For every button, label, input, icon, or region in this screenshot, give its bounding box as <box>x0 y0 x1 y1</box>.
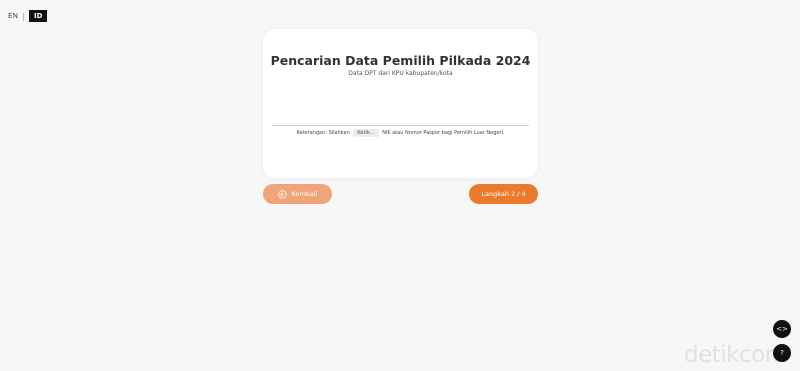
note-chip: Ketik... <box>353 129 379 137</box>
language-en[interactable]: EN <box>8 12 18 20</box>
back-button[interactable]: Kembali <box>263 184 332 204</box>
note-prefix: Keterangan: Silahkan <box>296 130 350 136</box>
code-icon: <> <box>776 325 788 333</box>
hand-back-icon <box>277 189 287 199</box>
input-note: Keterangan: Silahkan Ketik... NIK atau N… <box>263 129 538 137</box>
next-step-label: Langkah 2 / 4 <box>481 190 526 198</box>
page-title: Pencarian Data Pemilih Pilkada 2024 <box>270 53 531 68</box>
language-switch: EN | ID <box>8 10 48 22</box>
watermark-logo: detikcom <box>684 342 787 368</box>
language-separator: | <box>22 11 25 21</box>
help-button[interactable]: ? <box>773 344 791 362</box>
search-input[interactable] <box>272 125 529 126</box>
question-icon: ? <box>780 349 784 357</box>
note-suffix: NIK atau Nomor Paspor bagi Pemilih Luar … <box>382 130 505 136</box>
page: EN | ID Pencarian Data Pemilih Pilkada 2… <box>0 0 800 371</box>
language-id[interactable]: ID <box>28 10 48 22</box>
embed-button[interactable]: <> <box>773 320 791 338</box>
back-button-label: Kembali <box>291 190 318 198</box>
search-card: Pencarian Data Pemilih Pilkada 2024 Data… <box>263 29 538 178</box>
page-subtitle: Data DPT dari KPU kabupaten/kota <box>348 70 453 77</box>
next-step-button[interactable]: Langkah 2 / 4 <box>469 184 538 204</box>
